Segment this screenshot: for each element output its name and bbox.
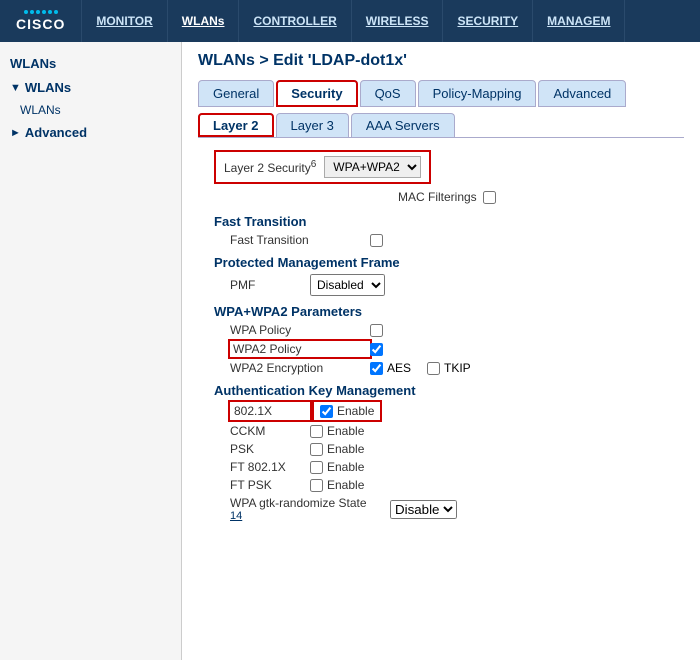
cisco-logo: CISCO xyxy=(0,0,82,42)
akm-row-ft8021x: FT 802.1X Enable xyxy=(198,460,684,474)
content: WLANs > Edit 'LDAP-dot1x' General Securi… xyxy=(182,42,700,660)
subtabs-row: Layer 2 Layer 3 AAA Servers xyxy=(198,113,684,138)
akm-row-8021x: 802.1X Enable xyxy=(198,402,684,420)
page-title: WLANs > Edit 'LDAP-dot1x' xyxy=(198,52,684,70)
tab-advanced[interactable]: Advanced xyxy=(538,80,626,107)
mac-filtering-row: MAC Filterings xyxy=(398,190,684,204)
pmf-label: PMF xyxy=(230,278,310,292)
sidebar-advanced-arrow: ► xyxy=(10,127,21,139)
subtab-layer2[interactable]: Layer 2 xyxy=(198,113,274,137)
nav-items: MONITOR WLANs CONTROLLER WIRELESS SECURI… xyxy=(82,0,625,42)
nav-wireless[interactable]: WIRELESS xyxy=(352,0,444,42)
akm-psk-enable-label: Enable xyxy=(327,442,364,456)
layer2-security-label: Layer 2 Security6 xyxy=(224,159,316,175)
akm-8021x-enable-label: Enable xyxy=(337,404,374,418)
wpa2-policy-checkbox[interactable] xyxy=(370,343,383,356)
wpa2-enc-label: WPA2 Encryption xyxy=(230,361,370,375)
sidebar-item-wlans[interactable]: WLANs xyxy=(0,100,181,120)
wpa2-encryption-row: WPA2 Encryption AES TKIP xyxy=(198,361,684,375)
tab-policy-mapping[interactable]: Policy-Mapping xyxy=(418,80,537,107)
fast-transition-label: Fast Transition xyxy=(230,233,370,247)
gtk-row: WPA gtk-randomize State 14 Disable Enabl… xyxy=(198,496,684,522)
akm-row-psk: PSK Enable xyxy=(198,442,684,456)
gtk-label: WPA gtk-randomize State 14 xyxy=(230,496,390,522)
sidebar-wlans[interactable]: ▼ WLANs xyxy=(0,75,181,100)
akm-row-ftpsk: FT PSK Enable xyxy=(198,478,684,492)
wpa2-enc-tkip-checkbox[interactable] xyxy=(427,362,440,375)
akm-heading: Authentication Key Management xyxy=(198,383,684,398)
mac-filtering-label: MAC Filterings xyxy=(398,190,477,204)
wpa2-enc-aes-label: AES xyxy=(387,361,411,375)
sidebar-wlans-label: WLANs xyxy=(25,80,71,95)
akm-cckm-checkbox[interactable] xyxy=(310,425,323,438)
nav-wlans[interactable]: WLANs xyxy=(168,0,240,42)
fast-transition-heading: Fast Transition xyxy=(198,214,684,229)
akm-ft8021x-enable-label: Enable xyxy=(327,460,364,474)
subtab-aaa-servers[interactable]: AAA Servers xyxy=(351,113,455,137)
top-nav: CISCO MONITOR WLANs CONTROLLER WIRELESS … xyxy=(0,0,700,42)
akm-cckm-label: CCKM xyxy=(230,424,310,438)
gtk-link[interactable]: 14 xyxy=(230,510,390,522)
wpa2-policy-row: WPA2 Policy xyxy=(198,341,684,357)
pmf-heading: Protected Management Frame xyxy=(198,255,684,270)
mac-filtering-checkbox[interactable] xyxy=(483,191,496,204)
akm-ft8021x-checkbox[interactable] xyxy=(310,461,323,474)
sidebar: WLANs ▼ WLANs WLANs ► Advanced xyxy=(0,42,182,660)
akm-row-cckm: CCKM Enable xyxy=(198,424,684,438)
nav-management[interactable]: MANAGEM xyxy=(533,0,625,42)
akm-cckm-enable-label: Enable xyxy=(327,424,364,438)
akm-ft8021x-label: FT 802.1X xyxy=(230,460,310,474)
pmf-select[interactable]: Disabled Optional Required xyxy=(310,274,385,296)
akm-psk-label: PSK xyxy=(230,442,310,456)
akm-ftpsk-label: FT PSK xyxy=(230,478,310,492)
sidebar-advanced-label: Advanced xyxy=(25,125,87,140)
layer2-security-select[interactable]: WPA+WPA2 None WPA Static WEP CKIP xyxy=(324,156,421,178)
fast-transition-checkbox[interactable] xyxy=(370,234,383,247)
pmf-row: PMF Disabled Optional Required xyxy=(198,274,684,296)
wpa-policy-row: WPA Policy xyxy=(198,323,684,337)
wpa-policy-checkbox[interactable] xyxy=(370,324,383,337)
akm-8021x-label: 802.1X xyxy=(230,402,310,420)
cisco-dots xyxy=(24,10,58,14)
tab-general[interactable]: General xyxy=(198,80,274,107)
cisco-logo-text: CISCO xyxy=(16,16,65,32)
main-layout: WLANs ▼ WLANs WLANs ► Advanced WLANs > E… xyxy=(0,42,700,660)
layer2-security-box: Layer 2 Security6 WPA+WPA2 None WPA Stat… xyxy=(214,150,431,184)
gtk-select[interactable]: Disable Enable xyxy=(390,500,457,519)
nav-controller[interactable]: CONTROLLER xyxy=(239,0,351,42)
sidebar-title: WLANs xyxy=(0,50,181,75)
akm-psk-checkbox[interactable] xyxy=(310,443,323,456)
wpa2-enc-aes-checkbox[interactable] xyxy=(370,362,383,375)
akm-ftpsk-enable-label: Enable xyxy=(327,478,364,492)
wpa-policy-label: WPA Policy xyxy=(230,323,370,337)
wpa2-enc-tkip-label: TKIP xyxy=(444,361,471,375)
tabs-row: General Security QoS Policy-Mapping Adva… xyxy=(198,80,684,107)
nav-monitor[interactable]: MONITOR xyxy=(82,0,167,42)
subtab-layer3[interactable]: Layer 3 xyxy=(276,113,349,137)
akm-8021x-checkbox[interactable] xyxy=(320,405,333,418)
tab-security[interactable]: Security xyxy=(276,80,357,107)
tab-qos[interactable]: QoS xyxy=(360,80,416,107)
fast-transition-row: Fast Transition xyxy=(198,233,684,247)
sidebar-wlans-arrow: ▼ xyxy=(10,82,21,94)
nav-security[interactable]: SECURITY xyxy=(443,0,533,42)
akm-ftpsk-checkbox[interactable] xyxy=(310,479,323,492)
sidebar-advanced[interactable]: ► Advanced xyxy=(0,120,181,145)
akm-8021x-enable: Enable xyxy=(314,402,380,420)
wpa-heading: WPA+WPA2 Parameters xyxy=(198,304,684,319)
wpa2-policy-label: WPA2 Policy xyxy=(230,341,370,357)
